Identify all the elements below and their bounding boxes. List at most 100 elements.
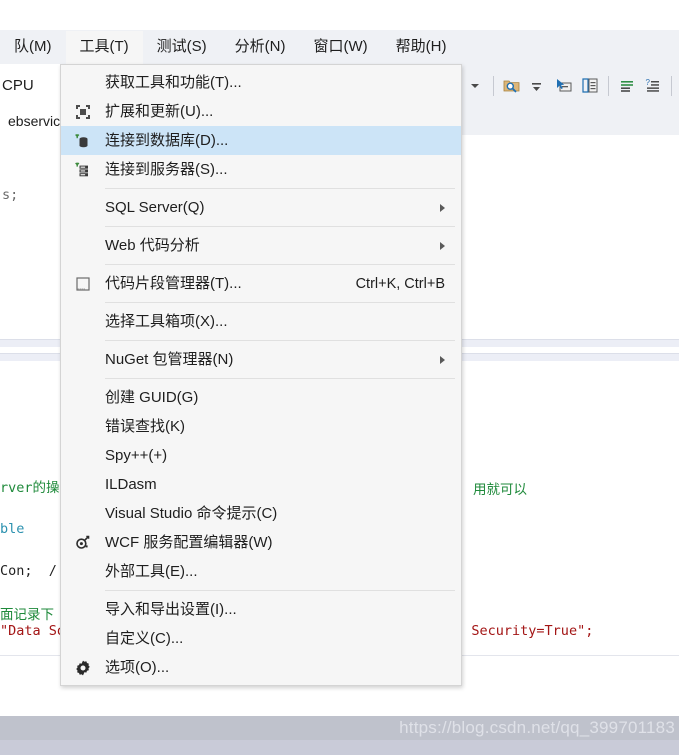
menu-item-spyxx[interactable]: Spy++(+) [61, 441, 461, 470]
toolbar-overflow-icon[interactable] [525, 71, 551, 101]
menu-item-external-tools[interactable]: 外部工具(E)... [61, 557, 461, 586]
menu-separator [105, 378, 455, 379]
menu-analyze[interactable]: 分析(N) [221, 31, 300, 64]
platform-target-text: CPU [2, 77, 34, 94]
code-line: 用就可以 [473, 482, 527, 498]
menu-team[interactable]: 队(M) [0, 31, 66, 64]
connect-database-icon [61, 126, 105, 155]
menu-item-label: Web 代码分析 [105, 236, 200, 254]
menu-item-error-lookup[interactable]: 错误查找(K) [61, 412, 461, 441]
menu-item-icon-slot [61, 441, 105, 470]
menu-separator [105, 302, 455, 303]
menu-item-label: 选择工具箱项(X)... [105, 312, 228, 330]
menu-separator [105, 590, 455, 591]
connect-server-icon [61, 155, 105, 184]
toolbar-divider-2 [608, 75, 609, 96]
menu-item-label: 连接到服务器(S)... [105, 160, 228, 178]
menu-test[interactable]: 测试(S) [143, 31, 221, 64]
menu-item-label: 连接到数据库(D)... [105, 131, 229, 149]
find-in-files-icon[interactable] [499, 71, 525, 101]
menu-item-import-export-settings[interactable]: 导入和导出设置(I)... [61, 595, 461, 624]
menu-item-label: SQL Server(Q) [105, 198, 205, 216]
menu-item-ildasm[interactable]: ILDasm [61, 470, 461, 499]
menu-item-icon-slot [61, 383, 105, 412]
menu-item-code-snippets-manager[interactable]: 代码片段管理器(T)... Ctrl+K, Ctrl+B [61, 269, 461, 298]
menu-item-icon-slot [61, 231, 105, 260]
menu-item-icon-slot [61, 557, 105, 586]
menu-item-label: ILDasm [105, 475, 157, 493]
submenu-arrow-icon [440, 241, 445, 250]
menu-separator [105, 264, 455, 265]
code-line: s; [2, 187, 19, 203]
menu-item-create-guid[interactable]: 创建 GUID(G) [61, 383, 461, 412]
menu-item-label: 自定义(C)... [105, 629, 184, 647]
menu-item-web-code-analysis[interactable]: Web 代码分析 [61, 231, 461, 260]
menu-bar-items: 队(M) 工具(T) 测试(S) 分析(N) 窗口(W) 帮助(H) [0, 30, 679, 64]
menu-item-options[interactable]: 选项(O)... [61, 653, 461, 682]
code-snippet-icon-glyph [76, 276, 90, 291]
menu-item-label: 创建 GUID(G) [105, 388, 199, 406]
navigate-icon[interactable] [551, 71, 577, 101]
code-line: rver的操 [0, 480, 60, 496]
pointer-window-glyph [557, 78, 572, 91]
menu-window[interactable]: 窗口(W) [299, 31, 381, 64]
menu-item-icon-slot [61, 307, 105, 336]
menu-item-label: 获取工具和功能(T)... [105, 73, 242, 91]
toolbar-icon-group: ? [462, 64, 677, 107]
menu-item-label: 导入和导出设置(I)... [105, 600, 237, 618]
connect-database-icon-glyph [75, 133, 88, 147]
menu-item-vs-command-prompt[interactable]: Visual Studio 命令提示(C) [61, 499, 461, 528]
status-bar-secondary [0, 740, 679, 755]
connect-server-icon-glyph [75, 162, 88, 176]
uncomment-glyph: ? [646, 78, 659, 92]
wcf-config-icon-glyph [76, 535, 90, 549]
menu-item-label: WCF 服务配置编辑器(W) [105, 533, 273, 551]
menu-item-icon-slot [61, 624, 105, 653]
menu-item-extensions-and-updates[interactable]: 扩展和更新(U)... [61, 97, 461, 126]
menu-item-icon-slot [61, 499, 105, 528]
menu-item-icon-slot [61, 68, 105, 97]
menu-item-icon-slot [61, 412, 105, 441]
toolbar-divider-3 [671, 75, 672, 96]
menu-item-nuget-package-manager[interactable]: NuGet 包管理器(N) [61, 345, 461, 374]
options-gear-icon-glyph [76, 660, 90, 675]
menu-item-sql-server[interactable]: SQL Server(Q) [61, 193, 461, 222]
compare-files-icon[interactable] [577, 71, 603, 101]
code-snippet-icon [61, 269, 105, 298]
menu-item-wcf-service-config-editor[interactable]: WCF 服务配置编辑器(W) [61, 528, 461, 557]
svg-text:?: ? [646, 78, 651, 87]
menu-item-get-tools-and-features[interactable]: 获取工具和功能(T)... [61, 68, 461, 97]
menu-item-label: 选项(O)... [105, 658, 170, 676]
menu-item-choose-toolbox-items[interactable]: 选择工具箱项(X)... [61, 307, 461, 336]
menu-item-connect-to-database[interactable]: 连接到数据库(D)... [61, 126, 461, 155]
menu-item-icon-slot [61, 595, 105, 624]
overflow-caret-glyph [532, 82, 541, 91]
extensions-icon-glyph [76, 104, 90, 119]
document-tab-label: ebservic [8, 113, 61, 129]
compare-glyph [582, 77, 598, 93]
comment-selection-icon[interactable] [614, 71, 640, 101]
menu-item-label: NuGet 包管理器(N) [105, 350, 234, 368]
options-gear-icon [61, 653, 105, 682]
menu-item-shortcut: Ctrl+K, Ctrl+B [355, 275, 445, 292]
menu-item-label: 外部工具(E)... [105, 562, 198, 580]
menu-item-icon-slot [61, 345, 105, 374]
menu-item-customize[interactable]: 自定义(C)... [61, 624, 461, 653]
code-line: 面记录下 [0, 607, 54, 623]
uncomment-selection-icon[interactable]: ? [640, 71, 666, 101]
menu-item-label: 代码片段管理器(T)... [105, 274, 242, 292]
wcf-config-icon [61, 528, 105, 557]
menu-item-icon-slot [61, 470, 105, 499]
tools-dropdown-menu[interactable]: 获取工具和功能(T)... 扩展和更新(U)... 连接到数据库(D)... 连接到服… [60, 64, 462, 686]
toolbar-divider [493, 75, 494, 96]
menu-bar: 队(M) 工具(T) 测试(S) 分析(N) 窗口(W) 帮助(H) [0, 30, 679, 64]
comment-glyph [621, 80, 633, 92]
menu-separator [105, 226, 455, 227]
menu-help[interactable]: 帮助(H) [382, 31, 461, 64]
menu-tools[interactable]: 工具(T) [65, 30, 143, 64]
submenu-arrow-icon [440, 355, 445, 364]
dropdown-caret-icon[interactable] [462, 71, 488, 101]
menu-item-connect-to-server[interactable]: 连接到服务器(S)... [61, 155, 461, 184]
menu-item-label: 扩展和更新(U)... [105, 102, 214, 120]
folder-search-glyph [503, 80, 520, 93]
